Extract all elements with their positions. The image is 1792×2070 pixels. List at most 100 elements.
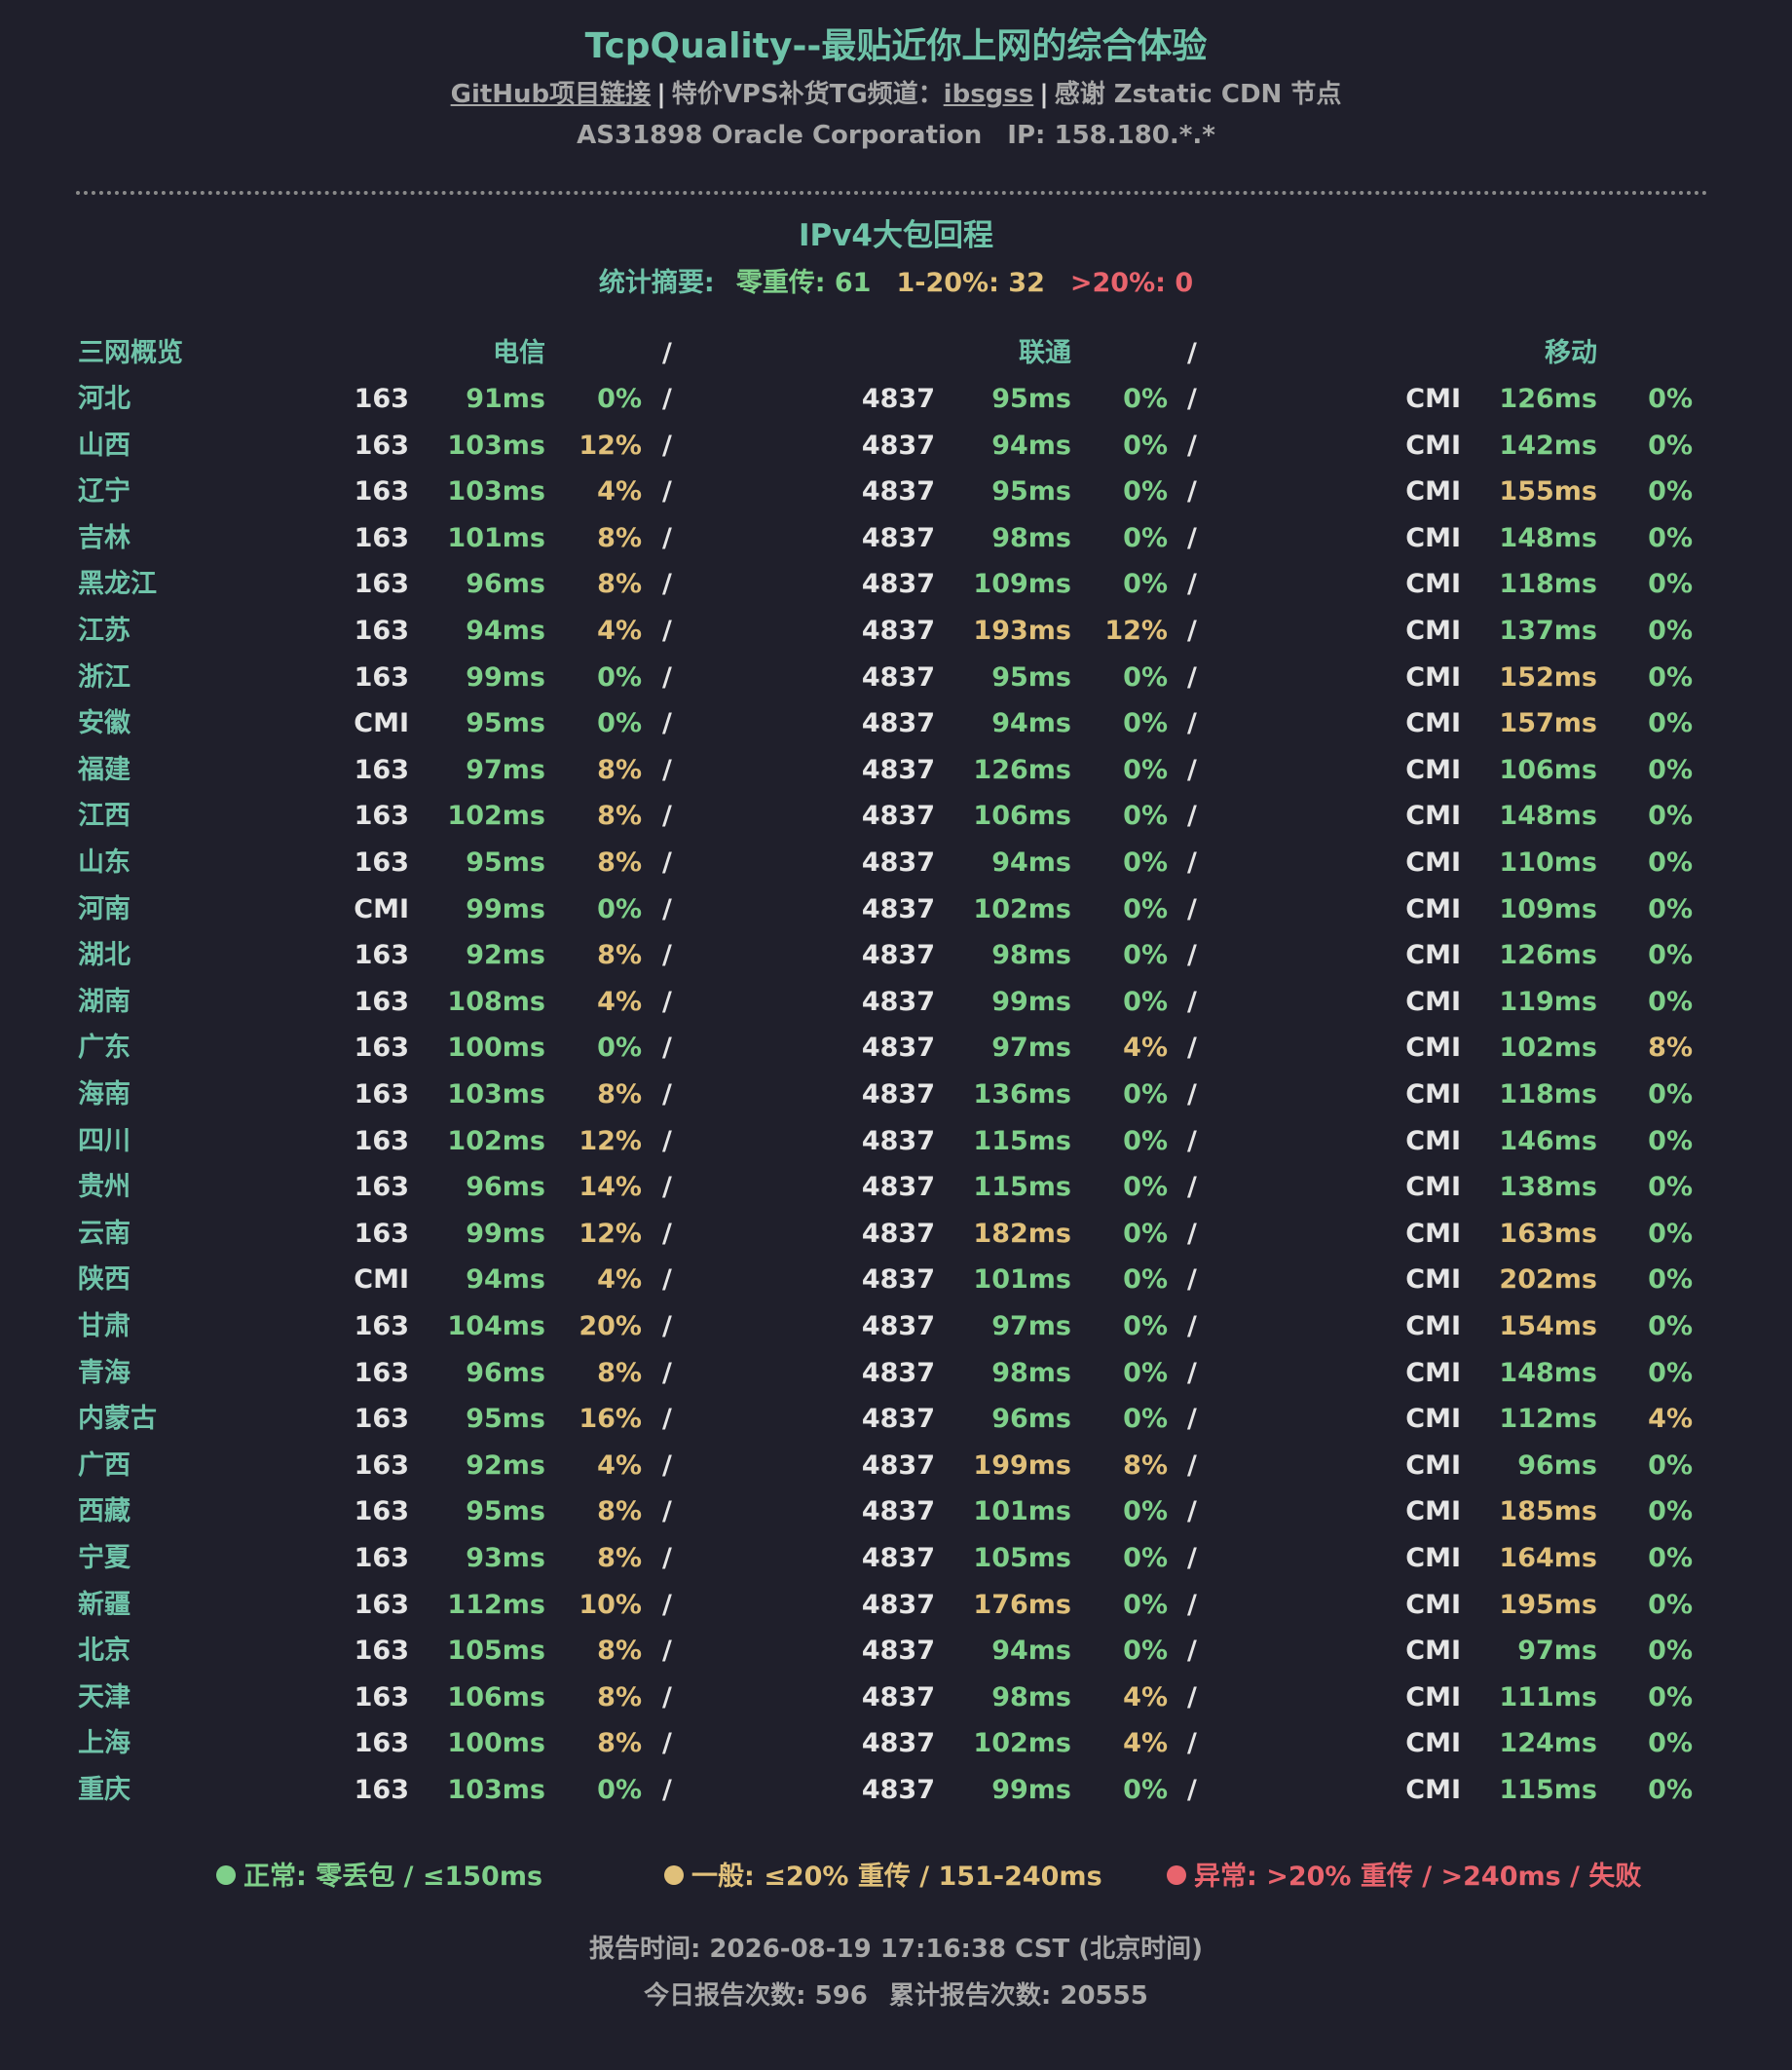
cell-u-lat: 115ms — [973, 1172, 1071, 1202]
cell-m-asn: CMI — [1405, 523, 1461, 553]
separator: | — [656, 80, 666, 109]
cell-t-lat: 103ms — [447, 1079, 545, 1110]
cell-u-asn: 4837 — [861, 616, 935, 646]
cell-province: 内蒙古 — [78, 1404, 157, 1434]
cell-u-loss: 0% — [1123, 1636, 1168, 1666]
cell-u-loss: 0% — [1123, 708, 1168, 738]
cell-u-lat: 193ms — [973, 616, 1071, 646]
cell-t-loss: 4% — [597, 987, 642, 1017]
stats-summary: 统计摘要: 零重传: 61 1-20%: 32 >20%: 0 — [0, 261, 1792, 299]
cell-u-loss: 0% — [1123, 1126, 1168, 1156]
cell-m-lat: 96ms — [1517, 1450, 1597, 1481]
cell-province: 湖北 — [78, 940, 131, 970]
cell-m-asn: CMI — [1405, 1450, 1461, 1481]
cell-t-asn: 163 — [354, 476, 409, 507]
cell-m-loss: 4% — [1648, 1404, 1693, 1434]
row-separator: / — [662, 1264, 672, 1295]
cell-u-lat: 176ms — [973, 1590, 1071, 1620]
legend: 正常: 零丢包 / ≤150ms 一般: ≤20% 重传 / 151-240ms… — [0, 1855, 1792, 1894]
row-separator: / — [662, 708, 672, 738]
cell-m-lat: 164ms — [1499, 1543, 1597, 1573]
cell-m-lat: 112ms — [1499, 1404, 1597, 1434]
cell-t-lat: 99ms — [466, 894, 545, 924]
row-separator: / — [1187, 523, 1197, 553]
row-separator: / — [662, 1496, 672, 1526]
cell-province: 青海 — [78, 1358, 131, 1388]
cell-u-asn: 4837 — [861, 569, 935, 599]
cell-t-lat: 105ms — [447, 1636, 545, 1666]
cell-u-loss: 0% — [1123, 1311, 1168, 1341]
divider — [76, 191, 1708, 195]
cell-u-asn: 4837 — [861, 1358, 935, 1388]
cell-u-loss: 0% — [1123, 1172, 1168, 1202]
cell-u-loss: 0% — [1123, 1496, 1168, 1526]
cell-t-loss: 8% — [597, 1543, 642, 1573]
row-separator: / — [1187, 1496, 1197, 1526]
cell-m-loss: 0% — [1648, 1775, 1693, 1805]
row-separator: / — [662, 1358, 672, 1388]
cell-u-asn: 4837 — [861, 1682, 935, 1712]
section-title: IPv4大包回程 — [798, 218, 994, 253]
cell-t-loss: 8% — [597, 569, 642, 599]
cell-m-loss: 0% — [1648, 755, 1693, 785]
row-separator: / — [1187, 1543, 1197, 1573]
cell-u-asn: 4837 — [861, 847, 935, 878]
cell-m-lat: 115ms — [1499, 1775, 1597, 1805]
cell-province: 新疆 — [78, 1590, 131, 1620]
cell-t-loss: 8% — [597, 1496, 642, 1526]
cell-province: 贵州 — [78, 1172, 131, 1202]
cell-m-loss: 0% — [1648, 476, 1693, 507]
cell-t-asn: 163 — [354, 1496, 409, 1526]
cell-t-lat: 100ms — [447, 1728, 545, 1758]
row-separator: / — [662, 662, 672, 693]
row-separator: / — [1187, 1682, 1197, 1712]
cell-t-loss: 0% — [597, 662, 642, 693]
cell-u-lat: 94ms — [991, 431, 1071, 461]
cell-u-loss: 0% — [1123, 894, 1168, 924]
green-dot-icon — [216, 1864, 236, 1885]
cell-u-lat: 102ms — [973, 1728, 1071, 1758]
cell-t-lat: 99ms — [466, 1219, 545, 1249]
cell-u-asn: 4837 — [861, 1219, 935, 1249]
cell-u-loss: 4% — [1123, 1682, 1168, 1712]
cell-u-asn: 4837 — [861, 1126, 935, 1156]
cell-u-lat: 95ms — [991, 476, 1071, 507]
yellow-dot-icon — [664, 1864, 684, 1885]
cell-province: 江苏 — [78, 616, 131, 646]
cell-u-lat: 98ms — [991, 1358, 1071, 1388]
cell-t-loss: 0% — [597, 1033, 642, 1063]
cell-u-lat: 99ms — [991, 1775, 1071, 1805]
cell-m-lat: 195ms — [1499, 1590, 1597, 1620]
row-separator: / — [1187, 569, 1197, 599]
cell-m-asn: CMI — [1405, 1728, 1461, 1758]
tg-link[interactable]: ibsgss — [944, 80, 1034, 109]
cell-m-asn: CMI — [1405, 940, 1461, 970]
summary-mid: 1-20%: 32 — [896, 268, 1045, 298]
row-separator: / — [662, 1682, 672, 1712]
cell-u-loss: 0% — [1123, 987, 1168, 1017]
cell-t-asn: 163 — [354, 1450, 409, 1481]
cell-m-lat: 148ms — [1499, 1358, 1597, 1388]
cell-m-lat: 148ms — [1499, 523, 1597, 553]
red-dot-icon — [1167, 1864, 1186, 1885]
cell-t-loss: 4% — [597, 616, 642, 646]
row-separator: / — [662, 523, 672, 553]
cell-m-loss: 0% — [1648, 708, 1693, 738]
cell-m-loss: 0% — [1648, 1172, 1693, 1202]
cell-province: 海南 — [78, 1079, 131, 1110]
cell-m-loss: 0% — [1648, 801, 1693, 831]
cell-m-asn: CMI — [1405, 569, 1461, 599]
cell-m-lat: 110ms — [1499, 847, 1597, 878]
cell-province: 西藏 — [78, 1496, 131, 1526]
cell-province: 山东 — [78, 847, 131, 878]
github-link[interactable]: GitHub项目链接 — [451, 80, 652, 109]
cell-t-asn: 163 — [354, 1682, 409, 1712]
cell-m-asn: CMI — [1405, 1358, 1461, 1388]
cell-t-lat: 92ms — [466, 940, 545, 970]
cell-u-loss: 0% — [1123, 847, 1168, 878]
cell-t-loss: 8% — [597, 940, 642, 970]
cell-t-loss: 8% — [597, 1728, 642, 1758]
cell-m-asn: CMI — [1405, 384, 1461, 414]
cell-t-asn: CMI — [354, 1264, 409, 1295]
cell-t-asn: 163 — [354, 384, 409, 414]
